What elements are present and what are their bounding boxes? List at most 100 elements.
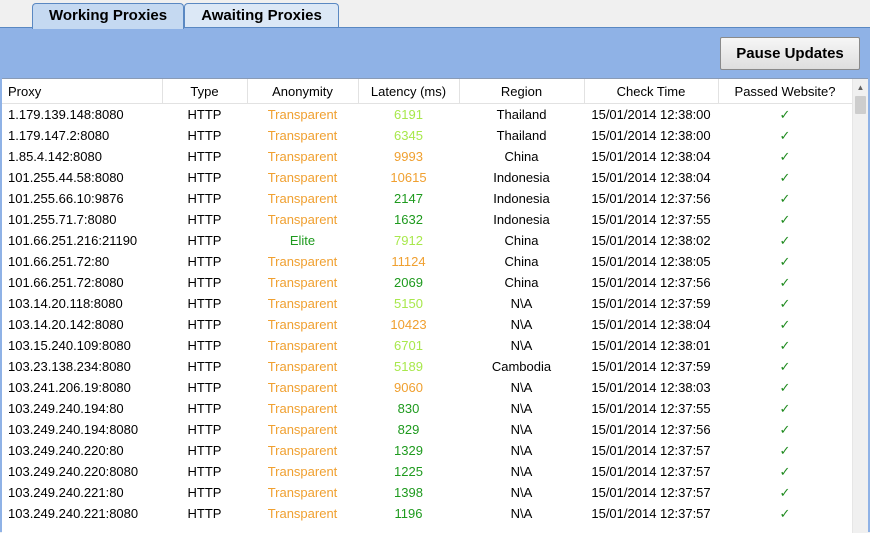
cell-latency: 6345: [358, 125, 459, 146]
cell-region: China: [459, 146, 584, 167]
table-row[interactable]: 103.249.240.221:80 HTTP Transparent 1398 N\A…: [2, 482, 852, 503]
cell-type: HTTP: [162, 482, 247, 503]
cell-proxy: 101.255.66.10:9876: [2, 188, 162, 209]
cell-region: N\A: [459, 503, 584, 524]
table-row[interactable]: 101.255.44.58:8080 HTTP Transparent 10615 In…: [2, 167, 852, 188]
cell-type: HTTP: [162, 503, 247, 524]
table-row[interactable]: 103.14.20.118:8080 HTTP Transparent 5150 N\A…: [2, 293, 852, 314]
column-header-proxy[interactable]: Proxy: [2, 79, 163, 104]
column-header-latency[interactable]: Latency (ms): [358, 79, 460, 104]
cell-region: Indonesia: [459, 188, 584, 209]
table-row[interactable]: 103.15.240.109:8080 HTTP Transparent 6701 N\…: [2, 335, 852, 356]
table-row[interactable]: 1.179.147.2:8080 HTTP Transparent 6345 Thail…: [2, 125, 852, 146]
cell-passed-check-icon: ✓: [718, 419, 852, 440]
cell-type: HTTP: [162, 251, 247, 272]
cell-type: HTTP: [162, 209, 247, 230]
table-row[interactable]: 1.85.4.142:8080 HTTP Transparent 9993 China 1…: [2, 146, 852, 167]
cell-passed-check-icon: ✓: [718, 377, 852, 398]
cell-anonymity: Transparent: [247, 440, 358, 461]
cell-passed-check-icon: ✓: [718, 398, 852, 419]
cell-check-time: 15/01/2014 12:38:03: [584, 377, 718, 398]
table-row[interactable]: 101.255.71.7:8080 HTTP Transparent 1632 Indo…: [2, 209, 852, 230]
cell-proxy: 103.14.20.142:8080: [2, 314, 162, 335]
cell-region: N\A: [459, 314, 584, 335]
cell-latency: 2069: [358, 272, 459, 293]
cell-type: HTTP: [162, 419, 247, 440]
cell-anonymity: Transparent: [247, 398, 358, 419]
scroll-thumb[interactable]: [855, 96, 866, 114]
table-body: 1.179.139.148:8080 HTTP Transparent 6191 Tha…: [2, 103, 852, 524]
cell-passed-check-icon: ✓: [718, 125, 852, 146]
column-header-anonymity[interactable]: Anonymity: [247, 79, 359, 104]
scroll-up-arrow-icon[interactable]: ▲: [853, 79, 868, 96]
cell-check-time: 15/01/2014 12:37:57: [584, 503, 718, 524]
cell-type: HTTP: [162, 188, 247, 209]
cell-latency: 11124: [358, 251, 459, 272]
tab-strip: Working Proxies Awaiting Proxies: [0, 0, 870, 29]
cell-type: HTTP: [162, 335, 247, 356]
cell-anonymity: Transparent: [247, 272, 358, 293]
cell-check-time: 15/01/2014 12:37:57: [584, 440, 718, 461]
cell-proxy: 101.255.44.58:8080: [2, 167, 162, 188]
cell-check-time: 15/01/2014 12:38:04: [584, 167, 718, 188]
cell-passed-check-icon: ✓: [718, 335, 852, 356]
tab-working-proxies[interactable]: Working Proxies: [32, 3, 184, 29]
column-header-passed-website[interactable]: Passed Website?: [718, 79, 853, 104]
cell-latency: 10615: [358, 167, 459, 188]
cell-passed-check-icon: ✓: [718, 503, 852, 524]
cell-anonymity: Transparent: [247, 503, 358, 524]
cell-proxy: 103.249.240.221:8080: [2, 503, 162, 524]
tab-awaiting-proxies[interactable]: Awaiting Proxies: [184, 3, 339, 27]
table-row[interactable]: 103.249.240.194:80 HTTP Transparent 830 N\A 1…: [2, 398, 852, 419]
table-row[interactable]: 103.249.240.194:8080 HTTP Transparent 829 N\…: [2, 419, 852, 440]
cell-type: HTTP: [162, 125, 247, 146]
cell-type: HTTP: [162, 314, 247, 335]
cell-region: N\A: [459, 419, 584, 440]
cell-passed-check-icon: ✓: [718, 356, 852, 377]
cell-passed-check-icon: ✓: [718, 314, 852, 335]
cell-latency: 2147: [358, 188, 459, 209]
cell-proxy: 101.66.251.72:80: [2, 251, 162, 272]
table-row[interactable]: 1.179.139.148:8080 HTTP Transparent 6191 Tha…: [2, 103, 852, 125]
cell-latency: 5189: [358, 356, 459, 377]
table-row[interactable]: 103.249.240.220:8080 HTTP Transparent 1225 N…: [2, 461, 852, 482]
cell-check-time: 15/01/2014 12:38:00: [584, 125, 718, 146]
column-header-type[interactable]: Type: [162, 79, 248, 104]
cell-proxy: 103.241.206.19:8080: [2, 377, 162, 398]
cell-region: N\A: [459, 335, 584, 356]
cell-latency: 1329: [358, 440, 459, 461]
cell-anonymity: Transparent: [247, 209, 358, 230]
cell-proxy: 103.23.138.234:8080: [2, 356, 162, 377]
cell-region: N\A: [459, 482, 584, 503]
table-row[interactable]: 103.241.206.19:8080 HTTP Transparent 9060 N\…: [2, 377, 852, 398]
table-row[interactable]: 101.255.66.10:9876 HTTP Transparent 2147 Ind…: [2, 188, 852, 209]
table-row[interactable]: 101.66.251.216:21190 HTTP Elite 7912 China 15…: [2, 230, 852, 251]
cell-region: Cambodia: [459, 356, 584, 377]
table-row[interactable]: 101.66.251.72:8080 HTTP Transparent 2069 Chi…: [2, 272, 852, 293]
cell-check-time: 15/01/2014 12:37:56: [584, 272, 718, 293]
cell-anonymity: Transparent: [247, 146, 358, 167]
table-row[interactable]: 103.14.20.142:8080 HTTP Transparent 10423 N\…: [2, 314, 852, 335]
cell-check-time: 15/01/2014 12:37:57: [584, 482, 718, 503]
table-row[interactable]: 103.249.240.220:80 HTTP Transparent 1329 N\A…: [2, 440, 852, 461]
cell-proxy: 103.14.20.118:8080: [2, 293, 162, 314]
column-header-check-time[interactable]: Check Time: [584, 79, 719, 104]
cell-anonymity: Transparent: [247, 188, 358, 209]
vertical-scrollbar[interactable]: ▲: [852, 79, 868, 533]
cell-type: HTTP: [162, 272, 247, 293]
column-header-region[interactable]: Region: [459, 79, 585, 104]
pause-updates-button[interactable]: Pause Updates: [720, 37, 860, 70]
cell-proxy: 101.66.251.72:8080: [2, 272, 162, 293]
table-row[interactable]: 103.249.240.221:8080 HTTP Transparent 1196 N…: [2, 503, 852, 524]
cell-proxy: 1.179.139.148:8080: [2, 103, 162, 125]
cell-check-time: 15/01/2014 12:38:05: [584, 251, 718, 272]
cell-type: HTTP: [162, 230, 247, 251]
table-row[interactable]: 103.23.138.234:8080 HTTP Transparent 5189 Ca…: [2, 356, 852, 377]
cell-region: Thailand: [459, 125, 584, 146]
cell-passed-check-icon: ✓: [718, 482, 852, 503]
cell-latency: 1398: [358, 482, 459, 503]
cell-region: N\A: [459, 440, 584, 461]
cell-passed-check-icon: ✓: [718, 188, 852, 209]
cell-check-time: 15/01/2014 12:37:56: [584, 188, 718, 209]
table-row[interactable]: 101.66.251.72:80 HTTP Transparent 11124 Chin…: [2, 251, 852, 272]
